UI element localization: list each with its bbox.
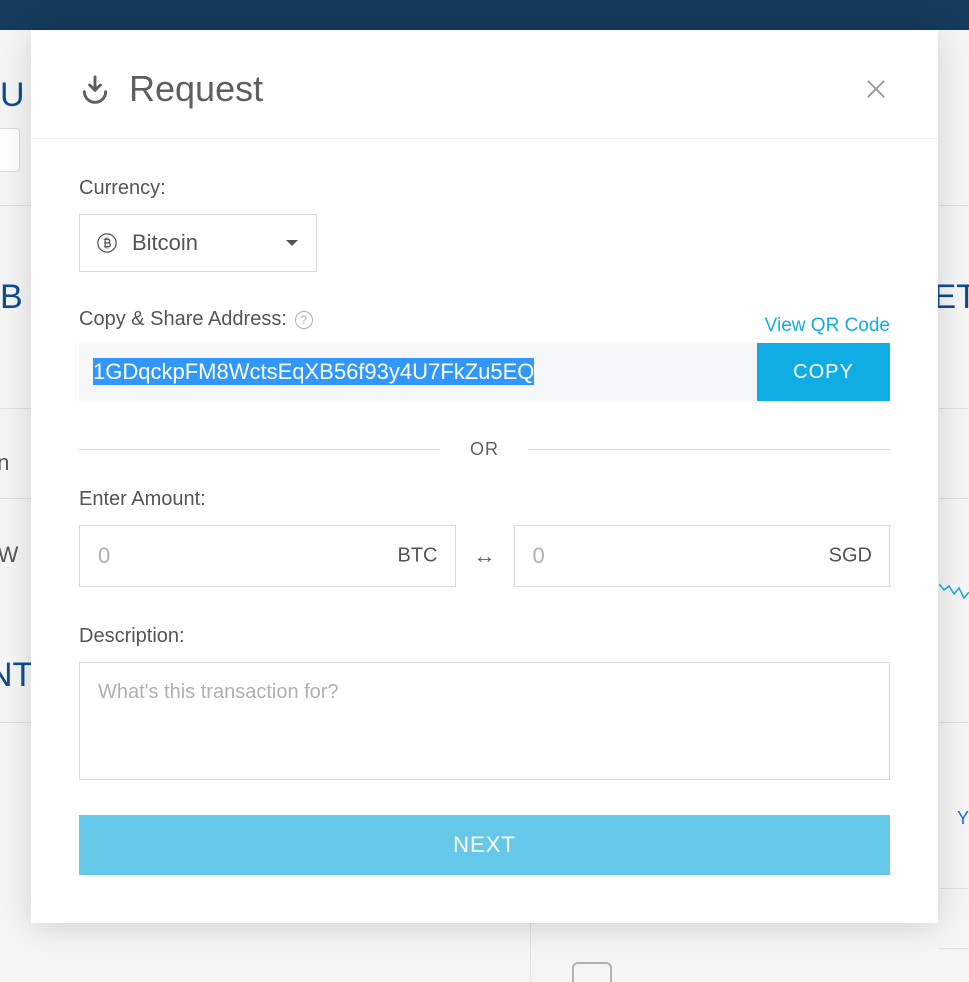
address-header: Copy & Share Address: ? View QR Code [79,308,890,343]
view-qr-link[interactable]: View QR Code [765,315,890,337]
app-topbar [0,0,969,30]
request-modal: Request Currency: Bitcoin [31,30,938,923]
address-label: Copy & Share Address: [79,308,287,331]
amount-row: BTC ↔ SGD [79,525,890,587]
bitcoin-icon [96,232,118,254]
divider-line [79,449,440,450]
modal-overlay: Request Currency: Bitcoin [0,30,969,982]
copy-button[interactable]: COPY [757,343,890,401]
modal-title-group: Request [79,68,263,110]
request-icon [79,73,111,105]
help-icon[interactable]: ? [295,311,313,329]
description-input[interactable] [79,662,890,780]
address-label-row: Copy & Share Address: ? [79,308,313,331]
amount-btc-wrap: BTC [79,525,456,587]
address-section: Copy & Share Address: ? View QR Code 1GD… [79,308,890,401]
address-row: 1GDqckpFM8WctsEqXB56f93y4U7FkZu5EQ COPY [79,343,890,401]
currency-selected-value: Bitcoin [132,230,198,256]
next-button[interactable]: NEXT [79,815,890,875]
swap-icon[interactable]: ↔ [474,543,496,569]
or-text: OR [470,439,499,460]
description-label: Description: [79,625,890,648]
modal-title: Request [129,68,263,110]
address-display[interactable]: 1GDqckpFM8WctsEqXB56f93y4U7FkZu5EQ [79,343,757,401]
address-value: 1GDqckpFM8WctsEqXB56f93y4U7FkZu5EQ [93,358,534,385]
amount-fiat-wrap: SGD [514,525,891,587]
chevron-down-icon [286,240,298,246]
or-divider: OR [79,439,890,460]
divider-line [529,449,890,450]
modal-header: Request [31,30,938,139]
modal-body: Currency: Bitcoin Copy & Share Address: … [31,139,938,923]
description-section: Description: [79,625,890,785]
close-button[interactable] [862,75,890,103]
currency-label: Currency: [79,177,890,200]
btc-suffix: BTC [398,545,438,568]
fiat-suffix: SGD [829,545,872,568]
currency-select[interactable]: Bitcoin [79,214,317,272]
amount-label: Enter Amount: [79,488,890,511]
